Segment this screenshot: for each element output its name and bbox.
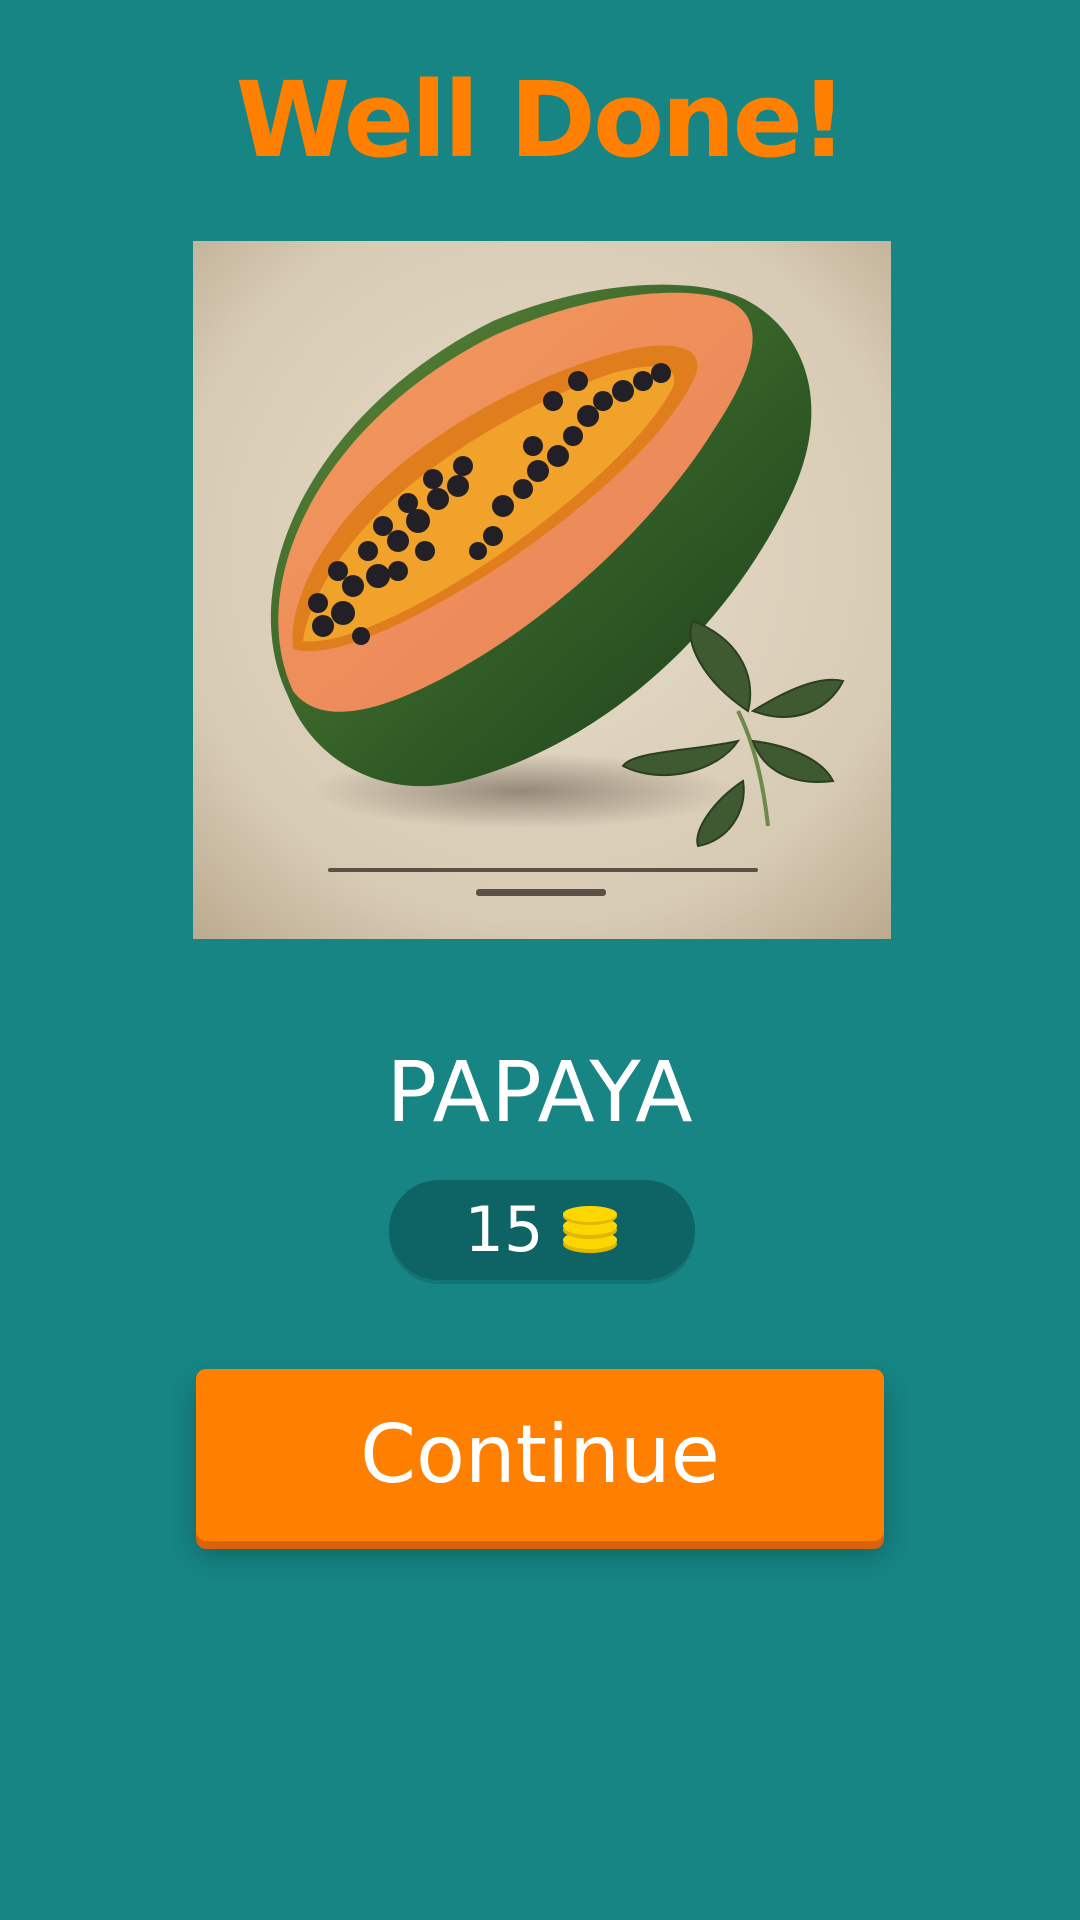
continue-button[interactable]: Continue xyxy=(196,1369,884,1541)
coin-stack-icon xyxy=(563,1206,618,1253)
reward-amount: 15 xyxy=(464,1193,544,1266)
answer-word: PAPAYA xyxy=(386,1043,694,1141)
page-title: Well Done! xyxy=(235,59,848,181)
continue-label: Continue xyxy=(360,1408,720,1501)
papaya-illustration xyxy=(193,241,891,939)
papaya-image xyxy=(193,241,891,939)
reward-badge: 15 xyxy=(389,1180,695,1280)
